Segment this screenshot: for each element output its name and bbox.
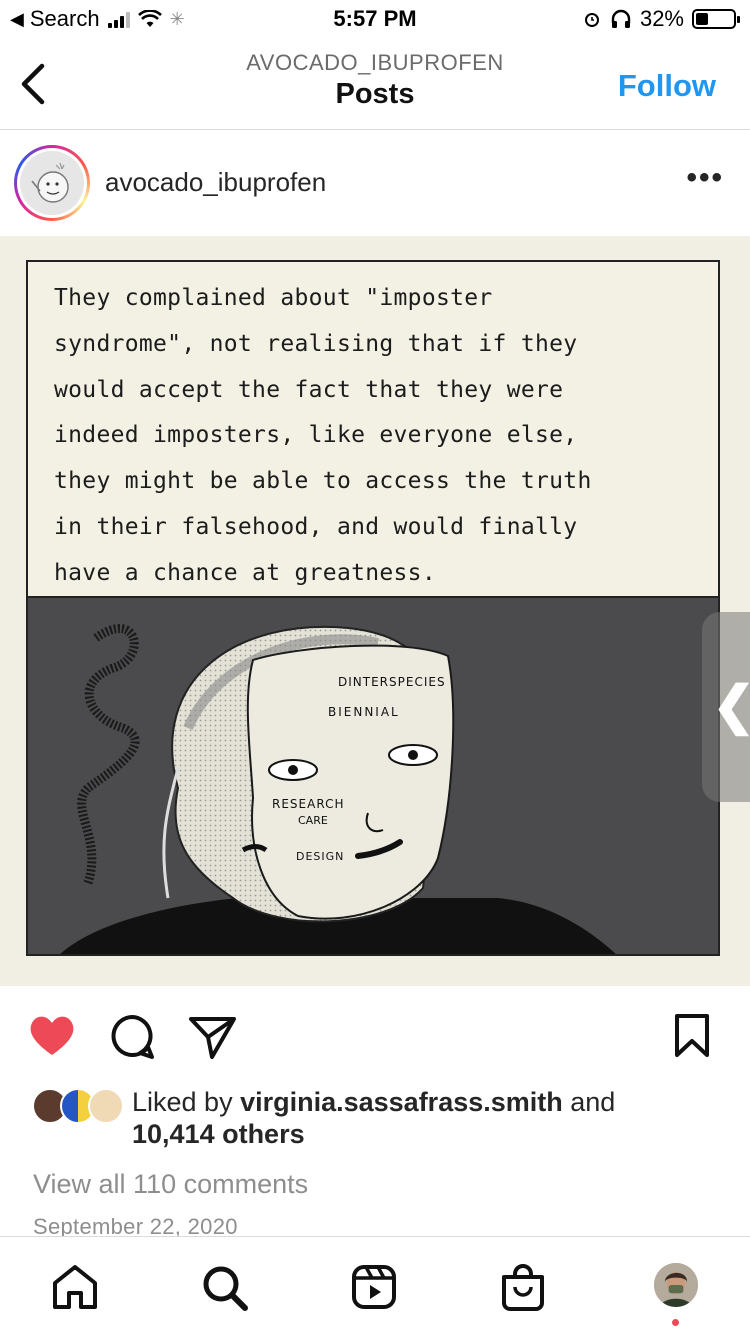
liker-avatar-3 <box>88 1088 124 1124</box>
chevron-left-icon: ❮ <box>712 676 750 736</box>
liked-by-text: Liked by virginia.sassafrass.smith and 1… <box>132 1086 615 1150</box>
paper-plane-icon[interactable] <box>188 1013 238 1061</box>
comic-caption-text: They complained about "imposter syndrome… <box>54 285 592 586</box>
bottom-tab-bar <box>0 1236 750 1334</box>
status-bar: ◀ Search ✳ 5:57 PM 32% <box>0 0 750 40</box>
reels-icon[interactable] <box>350 1263 398 1311</box>
carousel-next-button[interactable]: ❮ <box>702 612 750 802</box>
mask-word-4: CARE <box>298 814 328 827</box>
search-icon[interactable] <box>200 1263 250 1313</box>
cartoon-avatar-icon <box>20 151 84 215</box>
likes-section: Liked by virginia.sassafrass.smith and 1… <box>30 1086 730 1156</box>
battery-icon <box>692 9 740 29</box>
liker-avatars[interactable] <box>32 1088 124 1126</box>
heart-filled-icon[interactable] <box>28 1013 76 1057</box>
post-actions <box>0 987 750 1077</box>
likes-count[interactable]: 10,414 others <box>132 1119 305 1149</box>
profile-avatar-tab[interactable] <box>652 1261 700 1309</box>
home-icon[interactable] <box>50 1263 100 1311</box>
nav-header: AVOCADO_IBUPROFEN Posts Follow <box>0 40 750 130</box>
post-username[interactable]: avocado_ibuprofen <box>105 167 326 198</box>
shopping-bag-icon[interactable] <box>500 1263 546 1313</box>
post-avatar[interactable] <box>14 145 90 221</box>
masked-face-drawing: DINTERSPECIES BIENNIAL RESEARCH CARE DES… <box>28 598 718 954</box>
mask-word-1: DINTERSPECIES <box>338 675 446 689</box>
comment-bubble-icon[interactable] <box>108 1013 156 1061</box>
post-image[interactable]: They complained about "imposter syndrome… <box>0 236 750 986</box>
liked-by-suffix: and <box>562 1087 616 1117</box>
bookmark-icon[interactable] <box>672 1013 712 1059</box>
view-comments-link[interactable]: View all 110 comments <box>33 1169 308 1200</box>
status-right: 32% <box>582 6 740 32</box>
post-date: September 22, 2020 <box>33 1214 238 1236</box>
post-header: avocado_ibuprofen ••• <box>0 131 750 235</box>
alarm-icon <box>584 13 599 27</box>
liked-by-prefix: Liked by <box>132 1087 241 1117</box>
battery-percent: 32% <box>639 6 684 31</box>
more-options-icon[interactable]: ••• <box>686 161 724 195</box>
follow-button[interactable]: Follow <box>618 68 716 104</box>
mask-word-5: DESIGN <box>296 850 344 863</box>
mask-word-2: BIENNIAL <box>328 705 400 719</box>
liked-by-user[interactable]: virginia.sassafrass.smith <box>240 1087 563 1117</box>
comic-caption-box: They complained about "imposter syndrome… <box>26 260 720 598</box>
mask-word-3: RESEARCH <box>272 797 344 811</box>
notification-dot <box>672 1319 679 1326</box>
comic-illustration: DINTERSPECIES BIENNIAL RESEARCH CARE DES… <box>26 598 720 956</box>
headphones-icon <box>611 9 631 28</box>
